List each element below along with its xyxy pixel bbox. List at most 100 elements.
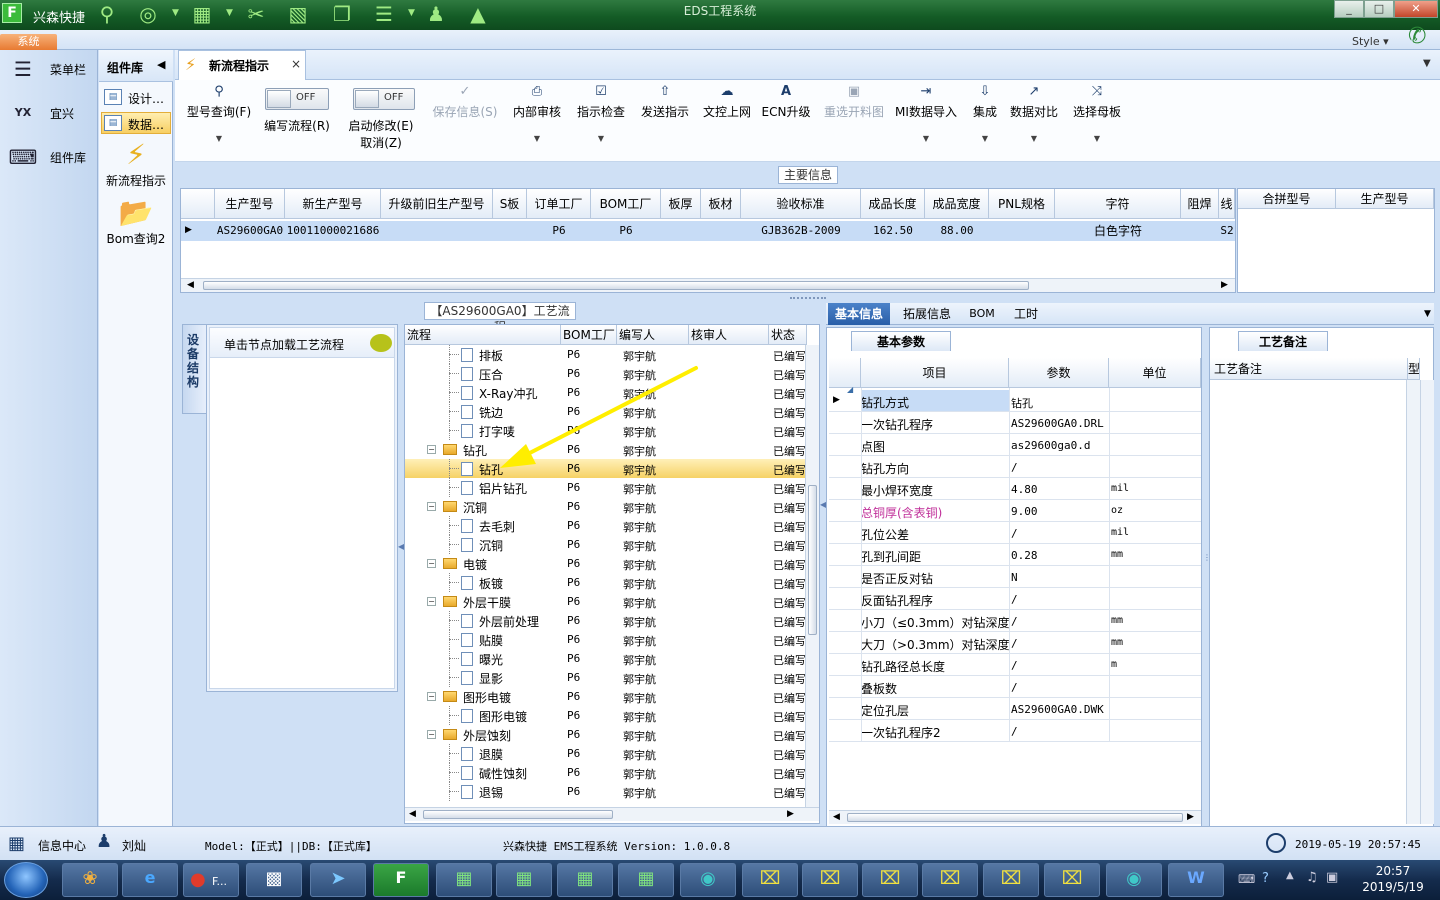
component-new-process[interactable]: ⚡ 新流程指示 bbox=[101, 138, 171, 196]
column-header[interactable]: PNL规格 bbox=[989, 189, 1055, 219]
vertical-scrollbar[interactable] bbox=[1406, 380, 1420, 824]
column-header[interactable]: 参数 bbox=[1009, 358, 1109, 388]
column-header[interactable]: 合拼型号 bbox=[1238, 189, 1336, 209]
scroll-right-icon[interactable]: ▶ bbox=[1187, 812, 1194, 822]
tree-row[interactable]: 去毛刺 P6 郭宇航 已编写 bbox=[405, 516, 807, 535]
tree-row[interactable]: 退锡 P6 郭宇航 已编写 bbox=[405, 782, 807, 801]
nav-item-yixing[interactable]: YX 宜兴 bbox=[4, 94, 94, 132]
tray-up-icon[interactable]: ▲ bbox=[1286, 870, 1294, 881]
param-row[interactable]: 叠板数 / bbox=[829, 676, 1201, 698]
param-value[interactable]: 0.28 bbox=[1011, 549, 1038, 562]
start-button[interactable] bbox=[4, 862, 48, 898]
param-row[interactable]: 反面钻孔程序 / bbox=[829, 588, 1201, 610]
table-cell[interactable]: S2 bbox=[1219, 221, 1235, 241]
param-row[interactable]: 大刀（>0.3mm）对钻深度 / mm bbox=[829, 632, 1201, 654]
table-cell[interactable] bbox=[493, 221, 527, 241]
param-value[interactable]: 钻孔 bbox=[1011, 395, 1033, 411]
scroll-thumb[interactable] bbox=[808, 485, 817, 635]
taskbar-excel-1[interactable]: ▦ bbox=[436, 863, 492, 897]
start-modify-toggle[interactable]: OFF 启动修改(E) 取消(Z) bbox=[343, 82, 419, 152]
help-icon[interactable]: ? bbox=[1262, 871, 1269, 886]
tab-work-hours[interactable]: 工时 bbox=[1006, 303, 1046, 325]
taskbar-messenger-icon[interactable]: ➤ bbox=[310, 863, 366, 897]
param-value[interactable]: 4.80 bbox=[1011, 483, 1038, 496]
integrate-button[interactable]: ⇩ 集成 ▼ bbox=[965, 82, 1005, 152]
taskbar-shell-icon[interactable]: ❀ bbox=[62, 863, 118, 897]
table-cell[interactable]: GJB362B-2009 bbox=[741, 221, 861, 241]
toggle-switch[interactable]: OFF bbox=[265, 88, 329, 110]
close-icon[interactable]: × bbox=[291, 57, 301, 71]
tree-row[interactable]: − 图形电镀 P6 郭宇航 已编写 bbox=[405, 687, 807, 706]
param-row[interactable]: 点图 as29600ga0.d bbox=[829, 434, 1201, 456]
ecn-upgrade-button[interactable]: A ECN升级 bbox=[759, 82, 813, 152]
table-cell[interactable] bbox=[661, 221, 701, 241]
param-row[interactable]: 一次钻孔程序2 / bbox=[829, 720, 1201, 742]
mi-data-import-button[interactable]: ⇥ MI数据导入 ▼ bbox=[893, 82, 959, 152]
taskbar-window-3[interactable]: ⌧ bbox=[862, 863, 918, 897]
copy-icon[interactable]: ❐ bbox=[328, 1, 356, 27]
column-header[interactable]: BOM工厂 bbox=[591, 189, 661, 219]
column-header[interactable]: 线 bbox=[1219, 189, 1235, 219]
collapse-toggle-icon[interactable]: − bbox=[427, 559, 436, 568]
taskbar-word-icon[interactable]: W bbox=[1168, 863, 1224, 897]
tab-bom[interactable]: BOM bbox=[964, 303, 1000, 325]
param-value[interactable]: / bbox=[1011, 461, 1018, 474]
collapse-toggle-icon[interactable]: − bbox=[427, 445, 436, 454]
param-value[interactable]: / bbox=[1011, 593, 1018, 606]
chevron-down-icon[interactable]: ▼ bbox=[1424, 309, 1431, 319]
toggle-switch[interactable]: OFF bbox=[353, 88, 415, 110]
param-value[interactable]: 9.00 bbox=[1011, 505, 1038, 518]
column-header[interactable]: 升级前旧生产型号 bbox=[381, 189, 493, 219]
taskbar-window-4[interactable]: ⌧ bbox=[922, 863, 978, 897]
phone-icon[interactable]: ✆ bbox=[1408, 24, 1426, 49]
param-value[interactable]: AS29600GA0.DWK bbox=[1011, 703, 1104, 716]
list-icon[interactable]: ☰ bbox=[370, 1, 398, 27]
param-row[interactable]: 小刀（≤0.3mm）对钻深度 / mm bbox=[829, 610, 1201, 632]
component-bom-query[interactable]: 📂 Bom查询2 bbox=[101, 196, 171, 254]
param-value[interactable]: AS29600GA0.DRL bbox=[1011, 417, 1104, 430]
tree-row[interactable]: 铝片钻孔 P6 郭宇航 已编写 bbox=[405, 478, 807, 497]
param-value[interactable]: / bbox=[1011, 615, 1018, 628]
param-value[interactable]: / bbox=[1011, 725, 1018, 738]
windows-grid-icon[interactable]: ▦ bbox=[8, 833, 25, 854]
splitter-grip-icon[interactable] bbox=[790, 297, 826, 301]
taskbar-clock[interactable]: 20:57 2019/5/19 bbox=[1348, 863, 1438, 895]
taskbar-save-icon[interactable]: ▩ bbox=[246, 863, 302, 897]
maximize-button[interactable]: □ bbox=[1364, 0, 1394, 18]
nav-item-components[interactable]: ⌨ 组件库 bbox=[4, 138, 94, 176]
taskbar-window-5[interactable]: ⌧ bbox=[983, 863, 1039, 897]
globe-icon[interactable]: ◎ bbox=[134, 1, 162, 27]
horizontal-scrollbar[interactable]: ◀ ▶ bbox=[181, 278, 1235, 292]
column-header[interactable]: 项目 bbox=[861, 358, 1009, 388]
horizontal-scrollbar[interactable]: ◀ ▶ bbox=[405, 807, 819, 821]
tree-row[interactable]: 外层前处理 P6 郭宇航 已编写 bbox=[405, 611, 807, 630]
close-button[interactable]: ✕ bbox=[1394, 0, 1438, 18]
vertical-scrollbar[interactable] bbox=[805, 345, 819, 807]
table-cell[interactable]: P6 bbox=[591, 221, 661, 241]
taskbar-ie-icon[interactable]: e bbox=[122, 863, 178, 897]
column-header[interactable]: 验收标准 bbox=[741, 189, 861, 219]
collapse-toggle-icon[interactable]: − bbox=[427, 730, 436, 739]
column-header[interactable]: 流程 bbox=[405, 325, 561, 345]
vertical-scrollbar[interactable] bbox=[1420, 380, 1434, 824]
scroll-thumb[interactable] bbox=[847, 813, 1183, 822]
chevron-down-icon[interactable]: ▼ bbox=[408, 8, 415, 18]
table-cell[interactable]: 162.50 bbox=[861, 221, 925, 241]
save-info-button[interactable]: ✓ 保存信息(S) bbox=[427, 82, 503, 152]
collapse-toggle-icon[interactable]: − bbox=[427, 692, 436, 701]
tab-basic-info[interactable]: 基本信息 bbox=[828, 303, 890, 325]
param-row[interactable]: 一次钻孔程序 AS29600GA0.DRL bbox=[829, 412, 1201, 434]
tree-row[interactable]: 曝光 P6 郭宇航 已编写 bbox=[405, 649, 807, 668]
tree-row[interactable]: 碱性蚀刻 P6 郭宇航 已编写 bbox=[405, 763, 807, 782]
table-cell[interactable]: 10011000021686 bbox=[285, 221, 381, 241]
param-value[interactable]: / bbox=[1011, 681, 1018, 694]
column-header[interactable]: S板 bbox=[493, 189, 527, 219]
column-header[interactable]: 字符 bbox=[1055, 189, 1181, 219]
taskbar-network-icon[interactable]: ◉ bbox=[1106, 863, 1162, 897]
table-cell[interactable]: P6 bbox=[527, 221, 591, 241]
table-cell[interactable] bbox=[381, 221, 493, 241]
column-header[interactable]: 生产型号 bbox=[215, 189, 285, 219]
minimize-button[interactable]: _ bbox=[1334, 0, 1364, 18]
model-query-button[interactable]: ⚲ 型号查询(F) ▼ bbox=[181, 82, 257, 152]
grid-icon[interactable]: ▦ bbox=[188, 1, 216, 27]
